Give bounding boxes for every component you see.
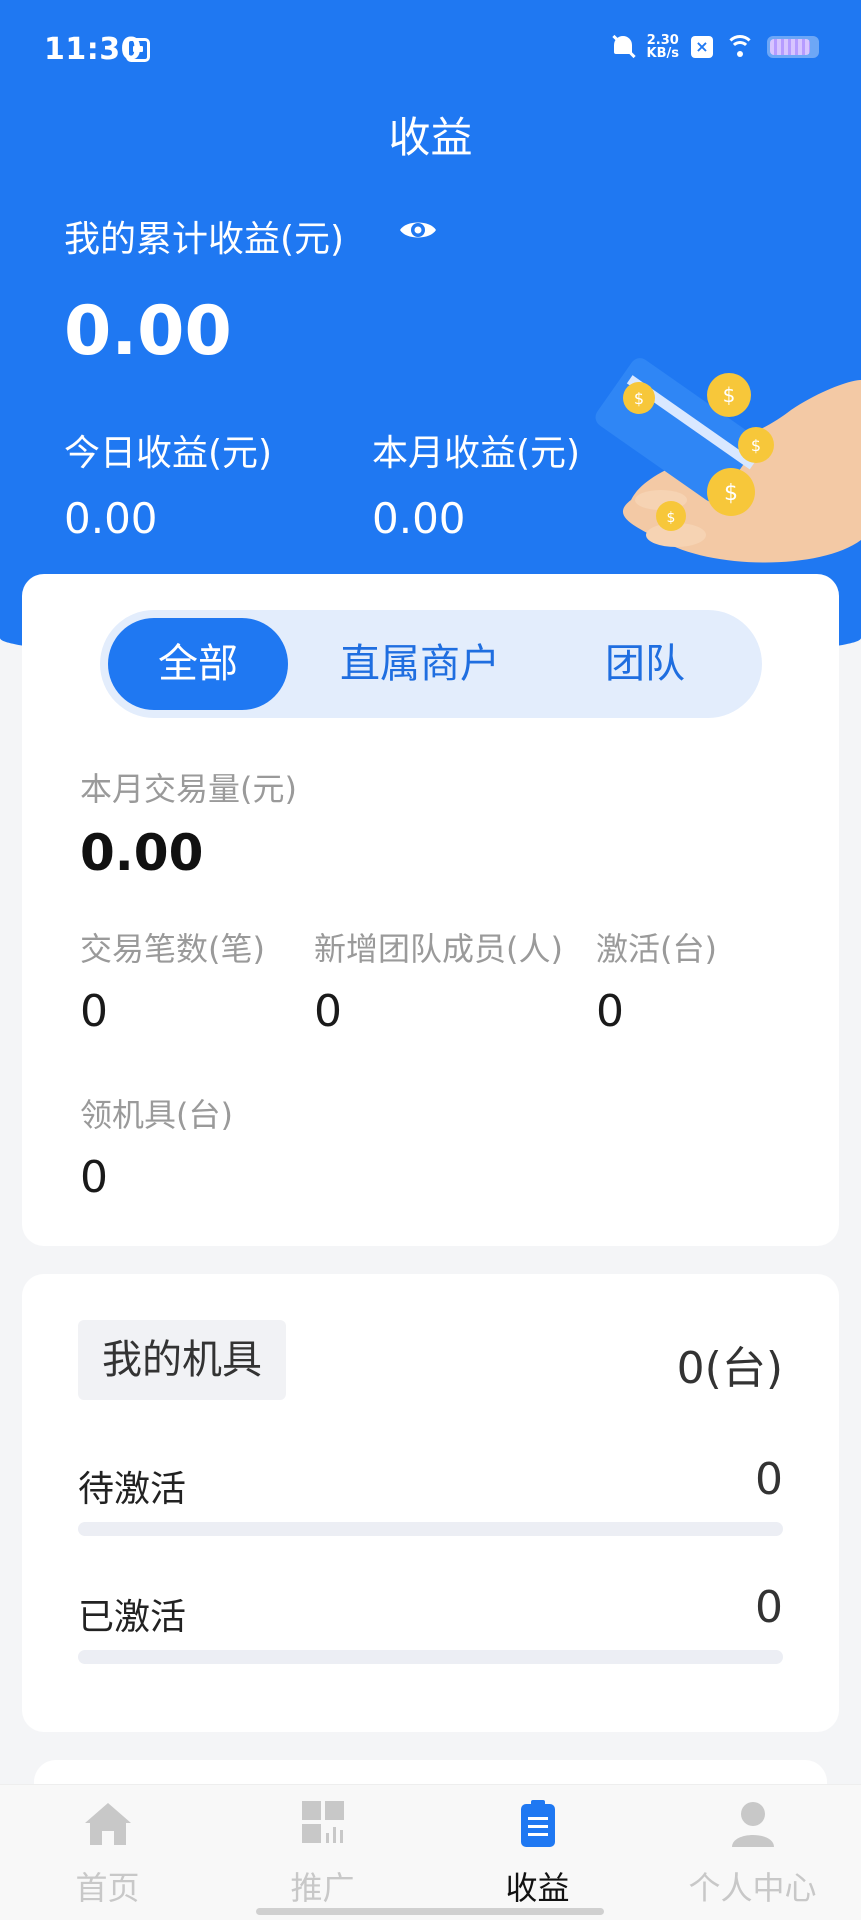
clipboard-icon bbox=[520, 1800, 555, 1847]
segment-all[interactable]: 全部 bbox=[108, 618, 288, 710]
monthly-volume-label: 本月交易量(元) bbox=[80, 770, 297, 808]
svg-text:$: $ bbox=[724, 481, 738, 506]
svg-text:$: $ bbox=[723, 383, 736, 407]
svg-text:$: $ bbox=[751, 436, 761, 455]
month-earnings-label: 本月收益(元) bbox=[372, 433, 581, 474]
activated-label: 已激活 bbox=[78, 1597, 187, 1638]
mute-bell-icon bbox=[611, 34, 635, 60]
cumulative-earnings-label: 我的累计收益(元) bbox=[64, 219, 345, 260]
eye-icon[interactable] bbox=[398, 216, 438, 244]
pending-activation-progress bbox=[78, 1522, 783, 1536]
net-speed-unit: KB/s bbox=[646, 46, 679, 61]
today-earnings-label: 今日收益(元) bbox=[64, 433, 273, 474]
earnings-header: 11:30 2.30 KB/s × 收益 我的累计收益(元) 0.00 今日收益… bbox=[0, 0, 861, 662]
activation-value: 0 bbox=[596, 986, 624, 1037]
machines-total: 0(台) bbox=[676, 1343, 783, 1394]
received-machines-label: 领机具(台) bbox=[80, 1096, 233, 1134]
tab-earnings[interactable]: 收益 bbox=[430, 1799, 645, 1909]
activated-progress bbox=[78, 1650, 783, 1664]
bottom-tab-bar: 首页 推广 收益 个人中心 bbox=[0, 1784, 861, 1920]
segment-team[interactable]: 团队 bbox=[570, 618, 720, 710]
received-machines-value: 0 bbox=[80, 1152, 108, 1203]
qr-grid-icon bbox=[301, 1801, 344, 1843]
pending-activation-value: 0 bbox=[755, 1454, 783, 1505]
transactions-value: 0 bbox=[80, 986, 108, 1037]
tab-promote[interactable]: 推广 bbox=[215, 1799, 430, 1909]
filter-segmented-control: 全部 直属商户 团队 bbox=[100, 610, 762, 718]
tab-promote-label: 推广 bbox=[290, 1869, 355, 1907]
new-members-value: 0 bbox=[314, 986, 342, 1037]
stats-card: 全部 直属商户 团队 本月交易量(元) 0.00 交易笔数(笔) 0 新增团队成… bbox=[22, 574, 839, 1246]
my-machines-title: 我的机具 bbox=[78, 1320, 286, 1400]
home-icon bbox=[84, 1803, 131, 1845]
activated-value: 0 bbox=[755, 1582, 783, 1633]
pending-activation-label: 待激活 bbox=[78, 1469, 187, 1510]
my-machines-card: 我的机具 0(台) 待激活 0 已激活 0 bbox=[22, 1274, 839, 1732]
status-bar: 11:30 2.30 KB/s × bbox=[0, 0, 861, 100]
svg-text:$: $ bbox=[634, 389, 644, 408]
person-icon bbox=[731, 1802, 774, 1847]
tab-earnings-label: 收益 bbox=[505, 1869, 570, 1907]
status-icons: 2.30 KB/s × bbox=[611, 34, 819, 60]
today-earnings-value: 0.00 bbox=[64, 494, 158, 543]
segment-direct-merchants[interactable]: 直属商户 bbox=[310, 618, 530, 710]
tab-profile-label: 个人中心 bbox=[688, 1869, 817, 1907]
cumulative-earnings-value: 0.00 bbox=[64, 292, 232, 371]
tab-home[interactable]: 首页 bbox=[0, 1799, 215, 1909]
hand-card-coins-illustration: $ $ $ $ $ bbox=[595, 358, 861, 563]
tab-profile[interactable]: 个人中心 bbox=[645, 1799, 860, 1909]
close-box-icon: × bbox=[691, 36, 713, 58]
wifi-icon bbox=[725, 35, 755, 59]
sim-card-icon bbox=[126, 38, 150, 62]
transactions-label: 交易笔数(笔) bbox=[80, 930, 265, 968]
new-members-label: 新增团队成员(人) bbox=[314, 930, 563, 968]
month-earnings-value: 0.00 bbox=[372, 494, 466, 543]
tab-home-label: 首页 bbox=[75, 1869, 140, 1907]
home-indicator[interactable] bbox=[256, 1908, 604, 1915]
monthly-volume-value: 0.00 bbox=[80, 824, 204, 882]
battery-icon bbox=[767, 36, 819, 58]
page-title: 收益 bbox=[388, 113, 473, 162]
net-speed: 2.30 KB/s bbox=[647, 34, 679, 60]
svg-text:$: $ bbox=[667, 510, 676, 526]
activation-label: 激活(台) bbox=[596, 930, 717, 968]
